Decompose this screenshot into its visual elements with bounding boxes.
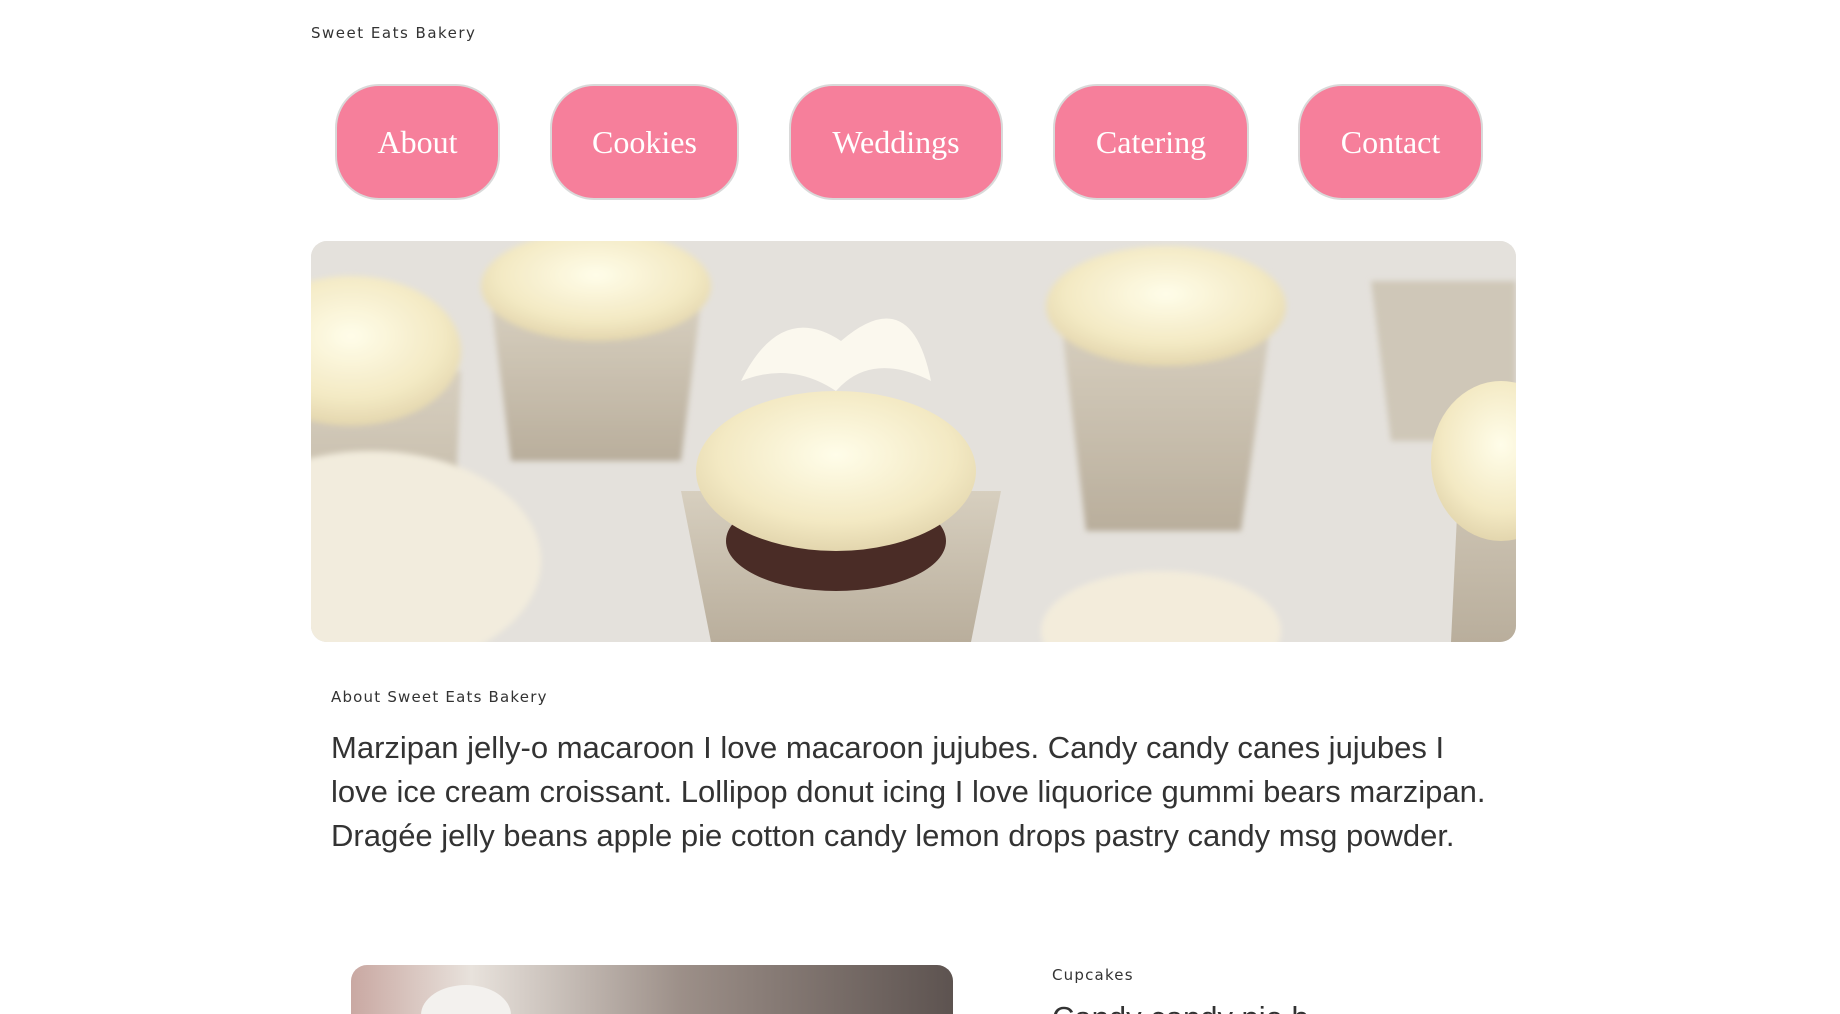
cupcakes-thumbnail-image <box>351 965 953 1014</box>
cupcakes-heading: Candy candy pie b <box>1052 1000 1309 1014</box>
cupcakes-photo <box>311 241 1516 642</box>
nav-about-button[interactable]: About <box>335 84 500 200</box>
hero-cupcakes-image <box>311 241 1516 642</box>
about-section-label: About Sweet Eats Bakery <box>331 688 548 706</box>
nav-weddings-button[interactable]: Weddings <box>789 84 1003 200</box>
about-body-text: Marzipan jelly-o macaroon I love macaroo… <box>331 730 1486 853</box>
thumbnail-frosting-shape <box>421 985 511 1014</box>
cupcakes-section-label: Cupcakes <box>1052 966 1134 984</box>
nav-catering-button[interactable]: Catering <box>1053 84 1249 200</box>
nav-cookies-button[interactable]: Cookies <box>550 84 739 200</box>
main-nav: About Cookies Weddings Catering Contact <box>0 0 1840 210</box>
nav-contact-button[interactable]: Contact <box>1298 84 1483 200</box>
